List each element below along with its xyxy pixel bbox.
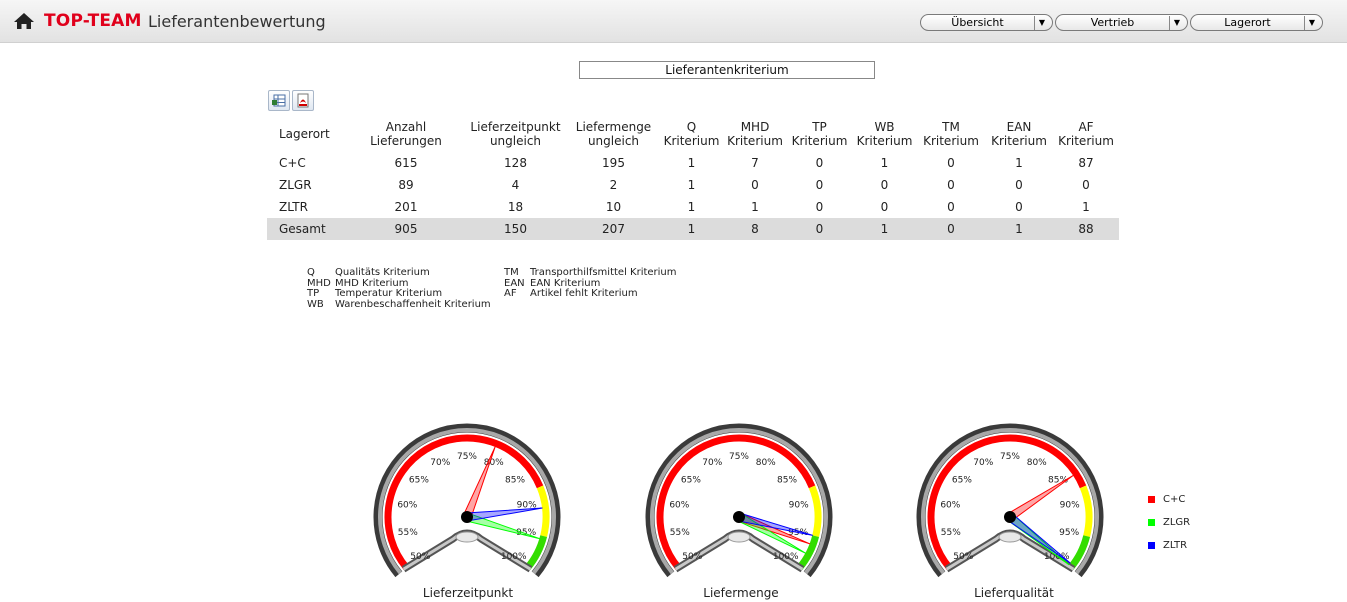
- gauge-tick-label: 50%: [953, 552, 973, 562]
- gauge-pivot: [1004, 511, 1016, 523]
- gauge-hub-base: [455, 531, 479, 543]
- legend-label: C+C: [1163, 494, 1186, 505]
- gauge-tick-label: 85%: [777, 475, 797, 485]
- gauge-tick-label: 80%: [756, 458, 776, 468]
- gauge-tick-label: 80%: [1027, 458, 1047, 468]
- gauge-tick-label: 55%: [670, 528, 690, 538]
- gauge-hub-base: [998, 531, 1022, 543]
- gauge-label-lieferzeitpunkt: Lieferzeitpunkt: [422, 586, 514, 600]
- gauge-hub-base: [727, 531, 751, 543]
- legend-label: ZLTR: [1163, 540, 1188, 551]
- gauge-charts: 50%55%60%65%70%75%80%85%90%95%100% 50%55%…: [373, 423, 1104, 578]
- gauge-tick-label: 90%: [1060, 500, 1080, 510]
- legend-swatch: [1148, 541, 1155, 549]
- gauge-tick-label: 55%: [398, 528, 418, 538]
- series-legend-zltr: ZLTR: [1148, 540, 1187, 551]
- gauge-tick-label: 90%: [789, 500, 809, 510]
- gauge-tick-label: 55%: [941, 528, 961, 538]
- gauge-tick-label: 75%: [729, 452, 749, 462]
- gauge-tick-label: 65%: [409, 475, 429, 485]
- series-legend-cc: C+C: [1148, 494, 1185, 505]
- gauge-pivot: [733, 511, 745, 523]
- legend-swatch: [1148, 495, 1155, 503]
- gauge-tick-label: 70%: [430, 458, 450, 468]
- gauge-tick-label: 85%: [505, 475, 525, 485]
- legend-swatch: [1148, 518, 1155, 526]
- gauge-tick-label: 65%: [681, 475, 701, 485]
- gauge-tick-label: 65%: [952, 475, 972, 485]
- gauge-pivot: [461, 511, 473, 523]
- gauge-tick-label: 75%: [457, 452, 477, 462]
- gauge-tick-label: 100%: [501, 552, 527, 562]
- gauge-tick-label: 75%: [1000, 452, 1020, 462]
- gauge-tick-label: 60%: [669, 500, 689, 510]
- gauge-tick-label: 100%: [773, 552, 799, 562]
- gauge-tick-label: 60%: [397, 500, 417, 510]
- gauge-tick-label: 60%: [940, 500, 960, 510]
- gauge-label-lieferqualitaet: Lieferqualität: [974, 586, 1054, 600]
- gauge-tick-label: 70%: [702, 458, 722, 468]
- gauge-label-liefermenge: Liefermenge: [703, 586, 779, 600]
- gauge-tick-label: 50%: [682, 552, 702, 562]
- series-legend-zlgr: ZLGR: [1148, 517, 1190, 528]
- gauge-tick-label: 95%: [1059, 528, 1079, 538]
- gauge-tick-label: 70%: [973, 458, 993, 468]
- gauge-tick-label: 50%: [410, 552, 430, 562]
- legend-label: ZLGR: [1163, 517, 1191, 528]
